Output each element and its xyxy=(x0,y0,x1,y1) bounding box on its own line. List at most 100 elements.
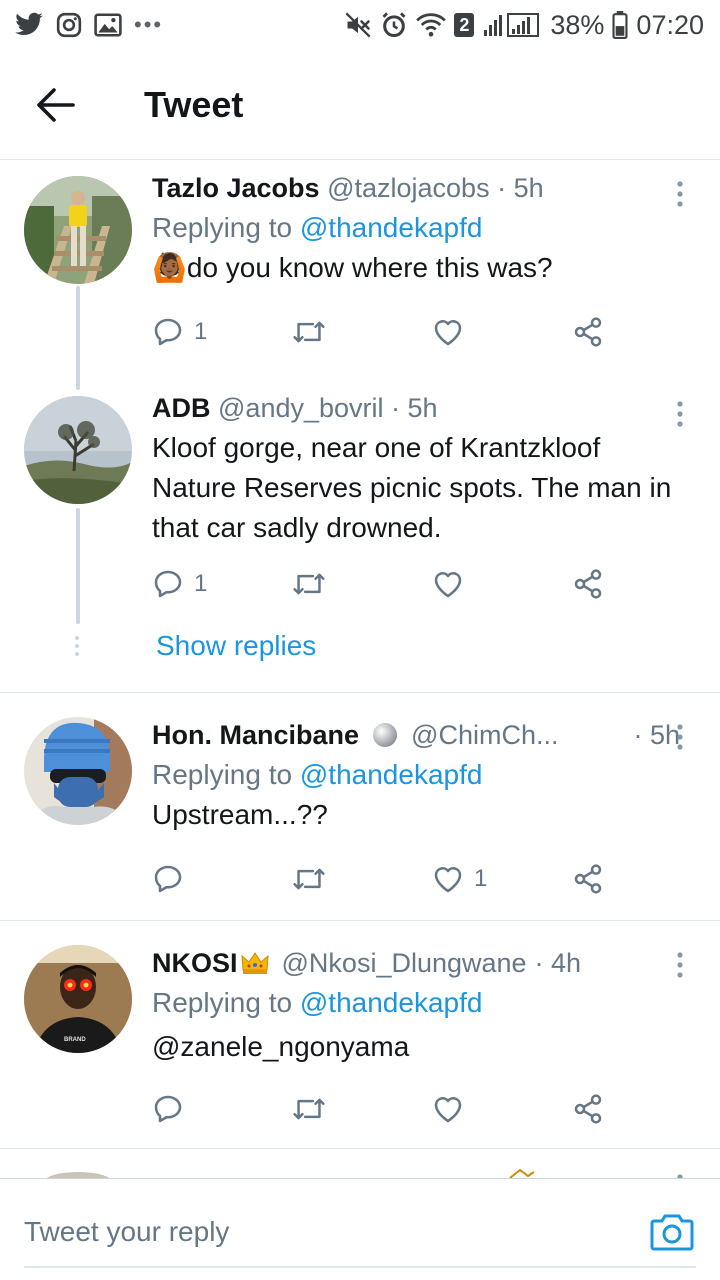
replying-label: Replying to xyxy=(152,987,293,1018)
retweet-button[interactable] xyxy=(292,1094,432,1124)
tweet-tazlo-jacobs[interactable]: Tazlo Jacobs @tazlojacobs · 5h Replying … xyxy=(0,160,720,390)
tweet-options-button[interactable] xyxy=(670,717,690,757)
tweet-nkosi[interactable]: BRAND NKOSI @Nkosi_Dlungwane · 4h Replyi… xyxy=(0,921,720,1148)
replying-label: Replying to xyxy=(152,759,293,790)
author-name[interactable]: NKOSI xyxy=(152,945,238,981)
tweet-actions: 1 xyxy=(152,857,632,901)
like-button[interactable] xyxy=(432,569,572,599)
reply-underline xyxy=(24,1266,696,1268)
heart-icon xyxy=(434,320,462,346)
retweet-icon xyxy=(293,321,325,343)
tweet-meta: NKOSI @Nkosi_Dlungwane · 4h xyxy=(152,945,680,981)
avatar[interactable] xyxy=(24,176,132,284)
author-handle: @andy_bovril xyxy=(218,393,384,423)
like-count: 1 xyxy=(474,865,488,892)
retweet-icon xyxy=(293,868,325,890)
back-button[interactable] xyxy=(0,50,110,160)
reply-input[interactable] xyxy=(24,1207,624,1257)
tweet-actions: 1 xyxy=(152,310,632,354)
status-bar: ••• 2 38% 07:20 xyxy=(0,0,720,50)
retweet-icon xyxy=(293,1098,325,1120)
retweet-icon xyxy=(293,573,325,595)
share-icon xyxy=(574,1094,602,1124)
show-replies-link[interactable]: Show replies xyxy=(156,630,316,662)
reply-button[interactable]: 1 xyxy=(152,568,292,600)
battery-icon xyxy=(612,11,628,39)
replying-to: Replying to @thandekapfd xyxy=(152,755,680,795)
like-button[interactable] xyxy=(432,1094,572,1124)
share-button[interactable] xyxy=(572,316,604,348)
camera-button[interactable] xyxy=(650,1211,694,1251)
reply-icon xyxy=(154,1095,182,1123)
avatar[interactable]: BRAND xyxy=(24,945,132,1053)
twitter-notification-icon xyxy=(14,12,44,38)
tweet-options-button[interactable] xyxy=(670,174,690,214)
heart-icon xyxy=(434,867,462,893)
tweet-options-button[interactable] xyxy=(670,394,690,434)
reply-button[interactable] xyxy=(152,1093,292,1125)
more-notifications-icon: ••• xyxy=(134,12,164,37)
reply-button[interactable]: 1 xyxy=(152,316,292,348)
share-button[interactable] xyxy=(572,568,604,600)
replying-to-link[interactable]: @thandekapfd xyxy=(300,212,483,243)
page-title: Tweet xyxy=(144,83,244,125)
more-vertical-icon xyxy=(677,952,683,978)
tweet-options-button[interactable] xyxy=(670,945,690,985)
share-icon xyxy=(574,317,602,347)
moon-emoji-icon xyxy=(373,723,398,747)
like-button[interactable]: 1 xyxy=(432,864,572,894)
avatar[interactable] xyxy=(24,396,132,504)
next-tweet-peek xyxy=(0,1152,720,1178)
emoji: 🙆🏾 xyxy=(152,252,187,283)
replying-to-link[interactable]: @thandekapfd xyxy=(300,987,483,1018)
tweet-text: Upstream...?? xyxy=(152,799,328,830)
tweet-meta: Hon. Mancibane @ChimCh... · 5h xyxy=(152,717,680,753)
reply-icon xyxy=(154,865,182,893)
share-button[interactable] xyxy=(572,1093,604,1125)
tweet-hon-mancibane[interactable]: Hon. Mancibane @ChimCh... · 5h Replying … xyxy=(0,693,720,920)
divider xyxy=(0,1148,720,1149)
heart-icon xyxy=(434,1097,462,1123)
tweet-time: · 5h xyxy=(497,173,544,203)
tweet-time: · 4h xyxy=(534,948,582,978)
author-name[interactable]: Hon. Mancibane xyxy=(152,717,359,753)
tweet-meta: ADB @andy_bovril · 5h xyxy=(152,390,680,426)
more-vertical-icon xyxy=(677,401,683,427)
author-handle: @Nkosi_Dlungwane xyxy=(281,948,527,978)
thread-line xyxy=(76,286,80,390)
author-name[interactable]: ADB xyxy=(152,393,211,423)
alarm-icon xyxy=(380,11,408,39)
tweet-meta: Tazlo Jacobs @tazlojacobs · 5h xyxy=(152,170,680,206)
replying-to-link[interactable]: @thandekapfd xyxy=(300,759,483,790)
reply-icon xyxy=(154,318,182,346)
clock: 07:20 xyxy=(636,9,704,40)
heart-icon xyxy=(434,572,462,598)
avatar[interactable] xyxy=(24,717,132,825)
top-app-bar: Tweet xyxy=(0,50,720,160)
retweet-button[interactable] xyxy=(292,864,432,894)
tweet-adb[interactable]: ADB @andy_bovril · 5h Kloof gorge, near … xyxy=(0,390,720,630)
share-button[interactable] xyxy=(572,863,604,895)
author-handle: @ChimCh... xyxy=(411,720,559,750)
thread-line xyxy=(76,508,80,624)
gallery-notification-icon xyxy=(94,13,122,37)
sim-badge: 2 xyxy=(454,13,475,37)
camera-icon xyxy=(650,1214,694,1251)
retweet-button[interactable] xyxy=(292,317,432,347)
mute-icon xyxy=(344,11,372,39)
instagram-notification-icon xyxy=(56,12,82,38)
svg-text:BRAND: BRAND xyxy=(64,1037,86,1043)
signal-icon xyxy=(482,12,542,38)
more-vertical-icon xyxy=(677,724,683,750)
crown-emoji-icon xyxy=(240,952,269,974)
share-icon xyxy=(574,864,602,894)
tweet-text-mention[interactable]: @zanele_ngonyama xyxy=(152,1027,680,1067)
reply-icon xyxy=(154,570,182,598)
like-button[interactable] xyxy=(432,317,572,347)
tweet-text: Kloof gorge, near one of Krantzkloof Nat… xyxy=(152,432,672,543)
reply-button[interactable] xyxy=(152,863,292,895)
retweet-button[interactable] xyxy=(292,569,432,599)
wifi-icon xyxy=(416,12,447,38)
author-name[interactable]: Tazlo Jacobs xyxy=(152,173,320,203)
share-icon xyxy=(574,569,602,599)
